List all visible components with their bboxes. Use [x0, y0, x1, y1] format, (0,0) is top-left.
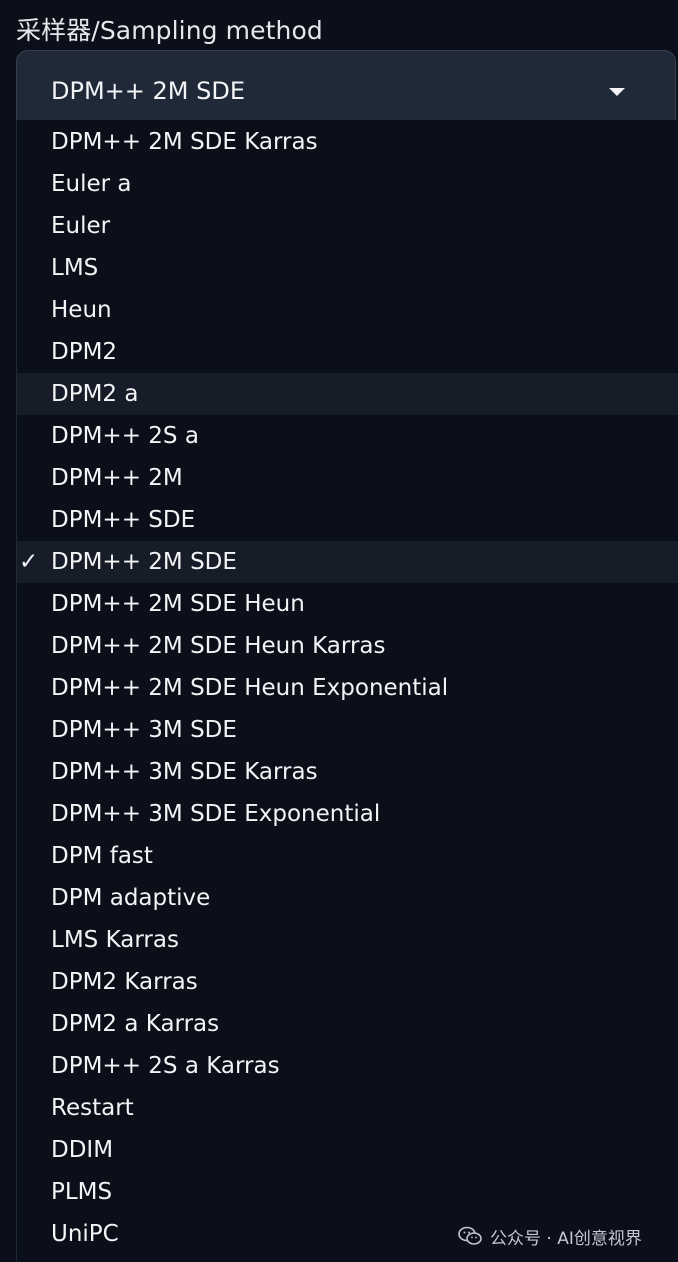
option-item[interactable]: DDIM [17, 1129, 678, 1171]
selected-value: DPM++ 2M SDE [51, 77, 245, 105]
option-label: Restart [51, 1095, 134, 1121]
watermark: 公众号 · AI创意视界 [458, 1222, 642, 1250]
option-label: DPM fast [51, 843, 153, 869]
option-item[interactable]: DPM++ 2M SDE Heun Karras [17, 625, 678, 667]
option-selected[interactable]: ✓ DPM++ 2M SDE [17, 541, 678, 583]
option-label: Euler a [51, 171, 132, 197]
option-label: DPM++ 2M [51, 465, 183, 491]
option-label: DPM2 a Karras [51, 1011, 220, 1037]
sampling-method-dropdown[interactable]: DPM++ 2M SDE Karras Euler a Euler LMS Heun DP… [16, 120, 678, 1262]
option-item[interactable]: DPM++ 3M SDE Exponential [17, 793, 678, 835]
option-label: DPM adaptive [51, 885, 211, 911]
option-label: UniPC [51, 1221, 119, 1247]
caret-down-icon[interactable] [609, 88, 625, 96]
option-item[interactable]: DPM2 a Karras [17, 1003, 678, 1045]
option-label: Euler [51, 213, 111, 239]
sampling-method-select[interactable]: DPM++ 2M SDE [16, 50, 676, 130]
option-label: DPM++ 2M SDE [51, 549, 237, 575]
option-item[interactable]: PLMS [17, 1171, 678, 1213]
option-label: Heun [51, 297, 112, 323]
option-label: PLMS [51, 1179, 113, 1205]
option-item[interactable]: DPM2 Karras [17, 961, 678, 1003]
option-label: DDIM [51, 1137, 114, 1163]
option-item[interactable]: DPM adaptive [17, 877, 678, 919]
option-item[interactable]: Euler a [17, 163, 678, 205]
option-label: DPM++ 3M SDE [51, 717, 237, 743]
option-item[interactable]: DPM2 [17, 331, 678, 373]
option-item[interactable]: LMS Karras [17, 919, 678, 961]
option-item[interactable]: DPM++ 2M SDE Karras [17, 121, 678, 163]
option-item[interactable]: DPM++ SDE [17, 499, 678, 541]
wechat-icon [458, 1226, 482, 1245]
option-item[interactable]: Heun [17, 289, 678, 331]
option-label: DPM2 a [51, 381, 139, 407]
option-item[interactable]: DPM++ 2M SDE Heun Exponential [17, 667, 678, 709]
watermark-text: 公众号 · AI创意视界 [490, 1228, 642, 1249]
option-item[interactable]: DPM2 a [17, 373, 678, 415]
option-item[interactable]: DPM fast [17, 835, 678, 877]
sampling-method-label: 采样器/Sampling method [16, 16, 323, 45]
option-label: LMS [51, 255, 99, 281]
option-item[interactable]: LMS [17, 247, 678, 289]
option-label: DPM++ 2M SDE Heun Karras [51, 633, 386, 659]
option-item[interactable]: Euler [17, 205, 678, 247]
option-item[interactable]: DPM++ 2S a Karras [17, 1045, 678, 1087]
option-label: DPM2 [51, 339, 118, 365]
option-label: DPM++ 2M SDE Heun [51, 591, 305, 617]
option-label: DPM++ 2S a [51, 423, 199, 449]
option-label: DPM2 Karras [51, 969, 198, 995]
option-item[interactable]: DPM++ 3M SDE Karras [17, 751, 678, 793]
option-label: DPM++ 3M SDE Karras [51, 759, 318, 785]
option-label: DPM++ 2S a Karras [51, 1053, 280, 1079]
option-item[interactable]: Restart [17, 1087, 678, 1129]
option-item[interactable]: DPM++ 2M [17, 457, 678, 499]
option-item[interactable]: DPM++ 2M SDE Heun [17, 583, 678, 625]
option-label: DPM++ SDE [51, 507, 196, 533]
option-label: DPM++ 2M SDE Karras [51, 129, 318, 155]
option-item[interactable]: DPM++ 2S a [17, 415, 678, 457]
option-label: DPM++ 2M SDE Heun Exponential [51, 675, 449, 701]
check-icon: ✓ [19, 549, 39, 575]
option-item[interactable]: DPM++ 3M SDE [17, 709, 678, 751]
option-label: LMS Karras [51, 927, 179, 953]
option-label: DPM++ 3M SDE Exponential [51, 801, 381, 827]
